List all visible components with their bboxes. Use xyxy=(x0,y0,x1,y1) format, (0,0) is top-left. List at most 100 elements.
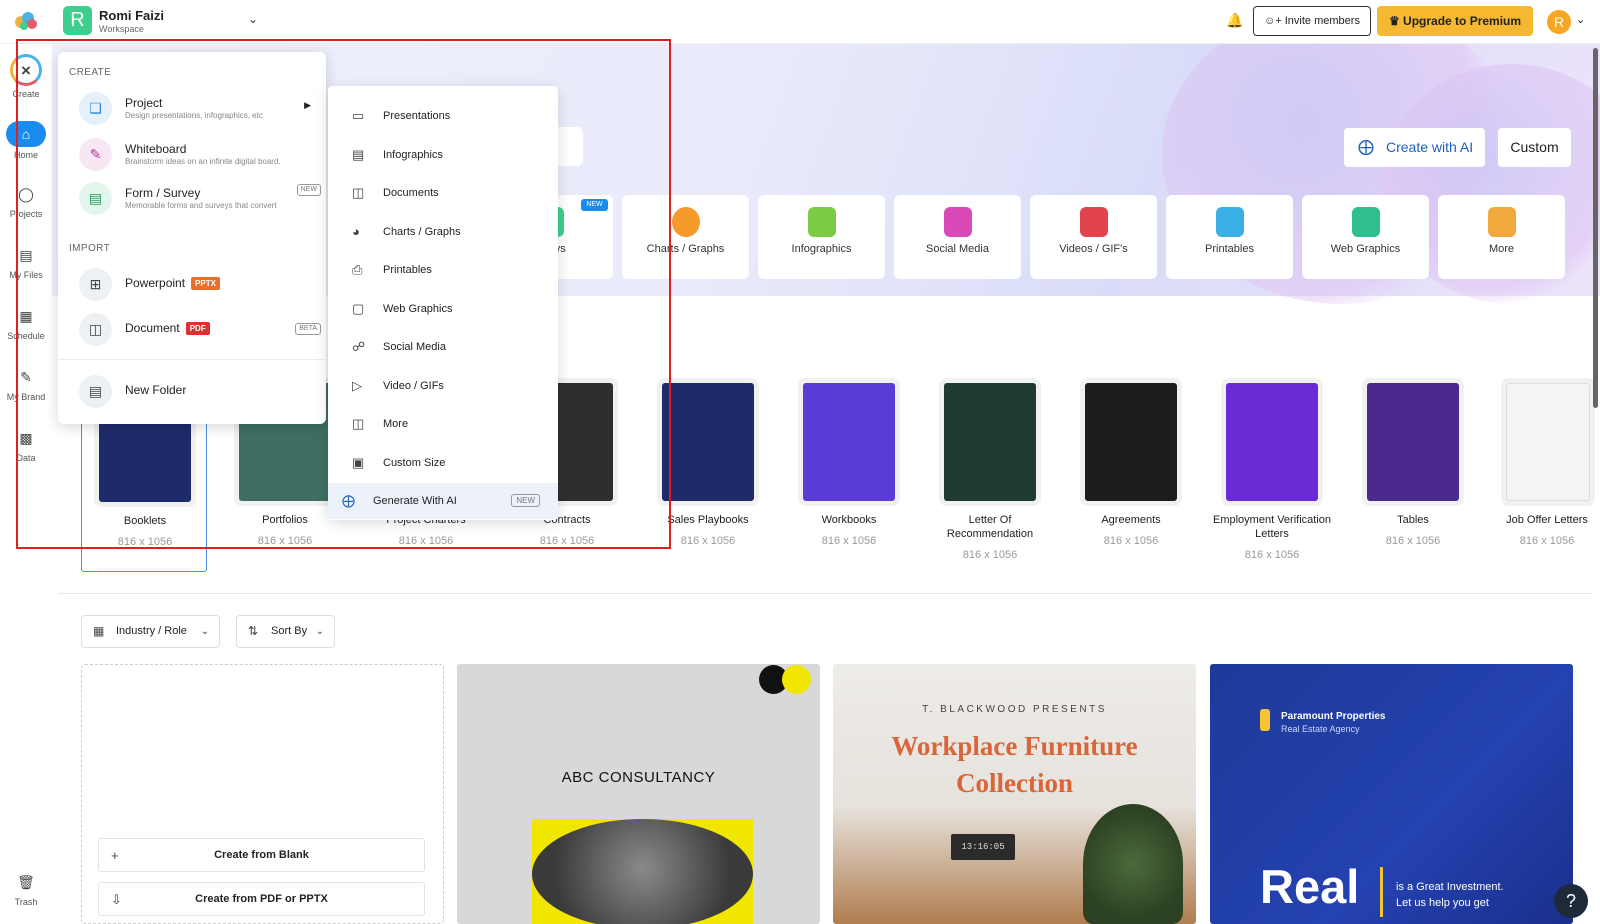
nav-home[interactable]: ⌂ Home xyxy=(0,121,52,160)
template-size: 816 x 1056 xyxy=(821,535,877,547)
template-abc-consultancy[interactable]: ABC CONSULTANCY xyxy=(457,664,820,924)
create-from-blank-button[interactable]: + Create from Blank xyxy=(98,838,425,872)
template-size: 816 x 1056 xyxy=(257,535,313,547)
document-icon: ◫ xyxy=(79,313,112,346)
submenu-presentations[interactable]: ▭ Presentations xyxy=(328,98,558,134)
template-paramount-properties[interactable]: Paramount Properties Real Estate Agency … xyxy=(1210,664,1573,924)
workspace-chevron-down-icon[interactable]: ⌄ xyxy=(248,12,258,26)
caret-right-icon: ▶ xyxy=(304,100,311,110)
category-printables[interactable]: Printables xyxy=(1166,195,1293,279)
template-name: Tables xyxy=(1397,514,1429,526)
infographics-icon xyxy=(807,207,836,237)
create-whiteboard-item[interactable]: ✎ Whiteboard Brainstorm ideas on an infi… xyxy=(79,136,311,172)
nav-my-brand-label: My Brand xyxy=(6,392,46,402)
social-media-icon xyxy=(943,207,972,237)
submenu-custom-size[interactable]: ▣ Custom Size xyxy=(328,445,558,481)
submenu-video-gifs[interactable]: ▷ Video / GIFs xyxy=(328,368,558,404)
submenu-label: Documents xyxy=(383,187,439,199)
ai-sparkle-icon: ⨁ xyxy=(1358,139,1374,156)
nav-trash-label: Trash xyxy=(14,897,38,907)
create-with-ai-button[interactable]: ⨁ Create with AI xyxy=(1344,128,1485,167)
nav-my-files-label: My Files xyxy=(9,270,43,280)
invite-members-label: Invite members xyxy=(1284,15,1360,27)
template-thumbnail xyxy=(1367,383,1459,501)
category-web-graphics[interactable]: Web Graphics xyxy=(1302,195,1429,279)
category-label: Charts / Graphs xyxy=(646,243,725,255)
page-scrollbar[interactable] xyxy=(1593,48,1598,408)
category-charts-graphs[interactable]: Charts / Graphs xyxy=(622,195,749,279)
nav-projects[interactable]: ◯ Projects xyxy=(0,182,52,219)
category-more[interactable]: More xyxy=(1438,195,1565,279)
custom-size-button[interactable]: Custom xyxy=(1498,128,1571,167)
template-plant xyxy=(1083,804,1183,924)
nav-schedule[interactable]: ▦ Schedule xyxy=(0,304,52,341)
create-form-survey-item[interactable]: ▤ Form / Survey Memorable forms and surv… xyxy=(79,180,321,216)
home-icon: ⌂ xyxy=(6,121,46,147)
template-letter-of-recommendation[interactable]: Letter Of Recommendation 816 x 1056 xyxy=(927,371,1053,571)
new-folder-label: New Folder xyxy=(125,383,187,397)
submenu-web-graphics[interactable]: ▢ Web Graphics xyxy=(328,291,558,327)
app-logo-icon[interactable] xyxy=(12,10,40,32)
workspace-avatar[interactable]: R xyxy=(63,6,92,35)
template-workbooks[interactable]: Workbooks 816 x 1056 xyxy=(786,371,912,571)
document-label: Document xyxy=(125,321,180,335)
whiteboard-title: Whiteboard xyxy=(125,142,187,156)
nav-my-files[interactable]: ▤ My Files xyxy=(0,243,52,280)
template-employment-verification-letters[interactable]: Employment Verification Letters 816 x 10… xyxy=(1209,371,1335,571)
template-name: Workbooks xyxy=(821,514,877,526)
add-user-icon: ☺+ xyxy=(1264,15,1285,27)
submenu-label: Web Graphics xyxy=(383,303,453,315)
user-menu-chevron-down-icon[interactable]: ⌄ xyxy=(1576,13,1585,26)
pdf-tag: PDF xyxy=(185,322,210,335)
submenu-documents[interactable]: ◫ Documents xyxy=(328,175,558,211)
project-title: Project xyxy=(125,96,163,110)
template-tables[interactable]: Tables 816 x 1056 xyxy=(1350,371,1476,571)
submenu-charts-graphs[interactable]: ◕ Charts / Graphs xyxy=(328,214,558,250)
template-workplace-furniture[interactable]: T. BLACKWOOD PRESENTS Workplace Furnitur… xyxy=(833,664,1196,924)
create-project-item[interactable]: ❏ Project Design presentations, infograp… xyxy=(79,90,311,126)
nav-my-brand[interactable]: ✎ My Brand xyxy=(0,365,52,402)
create-from-pdf-label: Create from PDF or PPTX xyxy=(195,893,328,905)
calendar-icon: ▦ xyxy=(19,308,33,324)
nav-trash[interactable]: 🗑 Trash xyxy=(0,870,52,907)
import-document-item[interactable]: ◫ Document PDF BETA xyxy=(79,311,321,347)
template-agreements[interactable]: Agreements 816 x 1056 xyxy=(1068,371,1194,571)
help-button[interactable]: ? xyxy=(1554,884,1588,918)
submenu-infographics[interactable]: ▤ Infographics xyxy=(328,137,558,173)
pptx-tag: PPTX xyxy=(191,277,220,290)
new-folder-item[interactable]: ▤ New Folder xyxy=(79,373,311,409)
create-from-pdf-button[interactable]: ⇩ Create from PDF or PPTX xyxy=(98,882,425,916)
submenu-label: Video / GIFs xyxy=(383,380,444,392)
invite-members-button[interactable]: ☺+ Invite members xyxy=(1253,6,1371,36)
import-powerpoint-item[interactable]: ⊞ Powerpoint PPTX xyxy=(79,266,311,302)
sort-by-label: Sort By xyxy=(271,625,308,637)
chevron-down-icon: ⌄ xyxy=(200,626,209,637)
template-brand-sub: Real Estate Agency xyxy=(1281,724,1360,734)
user-avatar[interactable]: R xyxy=(1547,10,1571,34)
template-title: Workplace Furniture Collection xyxy=(891,731,1138,798)
category-infographics[interactable]: Infographics xyxy=(758,195,885,279)
nav-create[interactable]: × Create xyxy=(0,54,52,99)
pie-chart-icon: ◕ xyxy=(352,224,360,239)
template-kicker: T. BLACKWOOD PRESENTS xyxy=(922,704,1107,715)
create-menu: CREATE ❏ Project Design presentations, i… xyxy=(58,52,326,424)
nav-data[interactable]: ▩ Data xyxy=(0,426,52,463)
notification-bell-icon[interactable]: 🔔 xyxy=(1226,12,1243,29)
industry-role-dropdown[interactable]: ▦ Industry / Role ⌄ xyxy=(81,615,220,648)
template-size: 816 x 1056 xyxy=(1103,535,1159,547)
nav-projects-label: Projects xyxy=(9,209,43,219)
submenu-social-media[interactable]: ☍ Social Media xyxy=(328,329,558,365)
submenu-printables[interactable]: ⎙ Printables xyxy=(328,252,558,288)
template-job-offer-letters[interactable]: Job Offer Letters 816 x 1056 xyxy=(1486,371,1592,571)
category-social-media[interactable]: Social Media xyxy=(894,195,1021,279)
workspace-name[interactable]: Romi Faizi xyxy=(99,8,164,23)
template-size: 816 x 1056 xyxy=(398,535,454,547)
sort-by-dropdown[interactable]: ⇅ Sort By ⌄ xyxy=(236,615,335,648)
submenu-generate-with-ai[interactable]: ⨁ Generate With AI NEW xyxy=(328,483,558,519)
template-sales-playbooks[interactable]: Sales Playbooks 816 x 1056 xyxy=(645,371,771,571)
template-accent-bar xyxy=(1380,867,1383,917)
submenu-more[interactable]: ◫ More xyxy=(328,406,558,442)
upgrade-premium-button[interactable]: ♛ Upgrade to Premium xyxy=(1377,6,1533,36)
category-videos-gifs[interactable]: Videos / GIF's xyxy=(1030,195,1157,279)
template-thumbnail xyxy=(1085,383,1177,501)
